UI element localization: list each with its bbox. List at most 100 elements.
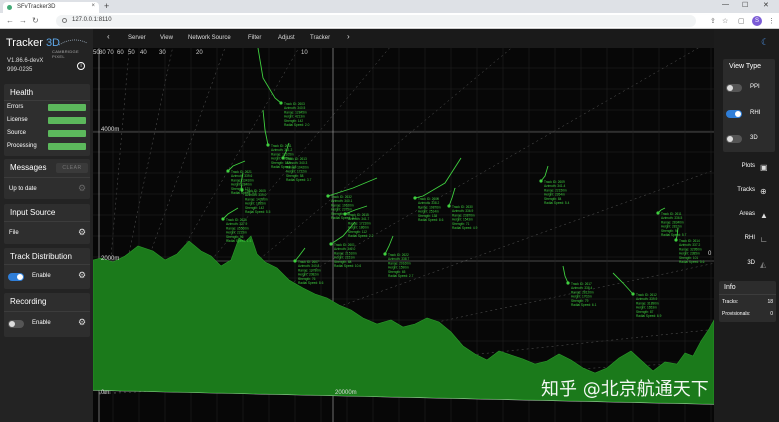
- health-label-errors: Errors: [7, 104, 24, 110]
- divider: [4, 264, 90, 265]
- clear-button[interactable]: CLEAR: [56, 163, 88, 173]
- gear-icon[interactable]: ⚙: [78, 270, 86, 281]
- tracks-count-label: Tracks:: [722, 299, 739, 305]
- divider: [719, 294, 776, 295]
- track-distribution-toggle[interactable]: [8, 273, 24, 281]
- gear-icon[interactable]: ⚙: [78, 317, 86, 328]
- rhi-radar-view[interactable]: Track ID: 2603 Azimuth: 340.5 Range: 12845…: [93, 48, 714, 422]
- url-field[interactable]: 127.0.0.1:8110: [56, 15, 696, 27]
- window-close-icon[interactable]: ✕: [763, 1, 769, 9]
- track-label: Radial Speed: 5.4: [544, 201, 570, 205]
- gear-icon: ⚙: [78, 183, 87, 193]
- info-icon[interactable]: i: [77, 62, 85, 70]
- range-label: 20000m: [335, 390, 357, 396]
- input-source-card: Input Source File ⚙: [4, 204, 90, 244]
- profile-avatar[interactable]: S: [752, 16, 762, 26]
- recording-toggle[interactable]: [8, 320, 24, 328]
- menu-network-source[interactable]: Network Source: [188, 35, 231, 41]
- watermark: 知乎 @北京航通天下: [541, 379, 709, 400]
- track-marker: [221, 217, 225, 221]
- track-label: Radial Speed: 4.9: [452, 226, 478, 230]
- menu-view[interactable]: View: [160, 35, 173, 41]
- more-menu-icon[interactable]: ⋮: [768, 17, 775, 25]
- logo-subtitle: CAMBRIDGE PIXEL: [52, 49, 79, 59]
- altitude-label: 4000m: [101, 127, 119, 133]
- side-label: 0: [708, 251, 712, 257]
- forward-arrow-icon[interactable]: →: [19, 16, 27, 25]
- right-sidebar: ☾ View Type PPI RHI 3D Plots ▣ Tracks ⊕ …: [714, 29, 779, 422]
- track-marker: [226, 169, 230, 173]
- track-distribution-title: Track Distribution: [10, 252, 72, 261]
- extensions-icon[interactable]: ▢: [738, 17, 745, 25]
- rhi-canvas[interactable]: Track ID: 2603Azimuth: 340.5Range: 12845…: [93, 48, 714, 422]
- track-trail: [257, 48, 282, 104]
- star-icon[interactable]: ☆: [722, 17, 728, 25]
- 3d-icon: ◭: [760, 260, 767, 269]
- menu-tracker[interactable]: Tracker: [310, 35, 330, 41]
- track-trail: [384, 235, 394, 255]
- track-trail: [448, 187, 456, 207]
- menu-adjust[interactable]: Adjust: [278, 35, 295, 41]
- track-trail: [562, 265, 569, 284]
- track-distribution-card: Track Distribution Enable ⚙: [4, 248, 90, 289]
- recording-title: Recording: [10, 297, 47, 306]
- health-card: Health Errors License Source Processing: [4, 84, 90, 156]
- track: Track ID: 2607Azimuth: 340.8Range: 12780…: [293, 247, 324, 285]
- plots-icon: ▣: [760, 163, 768, 172]
- plots-button[interactable]: Plots ▣: [714, 163, 779, 175]
- rhi-button[interactable]: RHI ∟: [714, 235, 779, 247]
- toggle-knob: [9, 321, 15, 327]
- track-marker: [266, 143, 270, 147]
- minimize-icon[interactable]: —: [722, 1, 729, 8]
- provisionals-label: Provisionals:: [722, 311, 751, 317]
- areas-button[interactable]: Areas ▲: [714, 211, 779, 223]
- maximize-icon[interactable]: ☐: [742, 1, 748, 9]
- track-label: Radial Speed: 3.7: [286, 178, 312, 182]
- tab-title: SFvTracker3D: [17, 4, 56, 10]
- 3d-button[interactable]: 3D ◭: [714, 260, 779, 272]
- health-bar-errors: [48, 104, 86, 111]
- elevation-label: 10: [301, 50, 308, 56]
- app-logo: Tracker 3D: [6, 37, 60, 49]
- track-label: Radial Speed: 6.9: [636, 314, 662, 318]
- menu-scroll-right-icon[interactable]: ›: [347, 32, 350, 41]
- track: Track ID: 2622Azimuth: 338.7Range: 20160…: [383, 235, 414, 278]
- track-marker: [656, 211, 660, 215]
- app-menu-bar: ‹ Server View Network Source Filter Adju…: [93, 29, 714, 48]
- tracks-button[interactable]: Tracks ⊕: [714, 187, 779, 199]
- ppi-toggle[interactable]: [726, 84, 742, 92]
- app-version: V1.86.6-devX: [7, 58, 44, 64]
- track-label: Radial Speed: 5.6: [679, 260, 705, 264]
- tracks-label: Tracks: [737, 187, 755, 193]
- new-tab-button[interactable]: +: [104, 1, 109, 11]
- elevation-label: 50: [128, 50, 135, 56]
- menu-filter[interactable]: Filter: [248, 35, 261, 41]
- toggle-knob: [17, 274, 23, 280]
- share-icon[interactable]: ⇪: [710, 17, 716, 25]
- rhi-label: RHI: [750, 110, 761, 116]
- tab-close-icon[interactable]: ×: [91, 3, 95, 9]
- input-source-title: Input Source: [10, 208, 56, 217]
- tracks-count-value: 18: [767, 299, 773, 305]
- back-arrow-icon[interactable]: ←: [6, 16, 14, 25]
- reload-icon[interactable]: ↻: [32, 16, 39, 25]
- track-marker: [240, 188, 244, 192]
- health-label-source: Source: [7, 130, 27, 136]
- elevation-label: 30: [159, 50, 166, 56]
- track-trail: [327, 177, 378, 197]
- moon-icon[interactable]: ☾: [761, 37, 769, 48]
- divider: [4, 100, 90, 101]
- 3d-toggle[interactable]: [726, 135, 742, 143]
- menu-server[interactable]: Server: [128, 35, 146, 41]
- track-marker: [631, 292, 635, 296]
- tracks-icon: ⊕: [760, 187, 767, 196]
- gear-icon[interactable]: ⚙: [78, 227, 86, 238]
- info-circle-icon: [62, 18, 67, 23]
- track-label: Radial Speed: 2.7: [388, 274, 414, 278]
- rhi-toggle[interactable]: [726, 110, 742, 118]
- menu-scroll-left-icon[interactable]: ‹: [107, 32, 110, 41]
- altitude-label: 2000m: [101, 256, 119, 262]
- track-label: Radial Speed: 8.6: [298, 281, 324, 285]
- track: Track ID: 2611Azimuth: 336.5Range: 28340…: [656, 207, 687, 237]
- browser-tab[interactable]: SFvTracker3D ×: [3, 2, 99, 13]
